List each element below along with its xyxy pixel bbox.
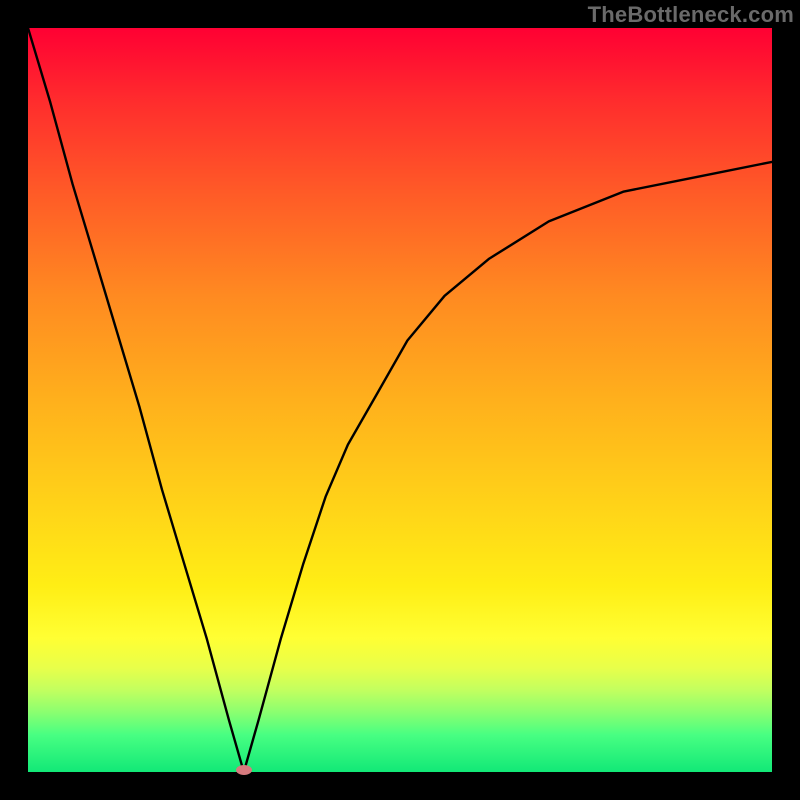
watermark-text: TheBottleneck.com <box>588 2 794 28</box>
curve-line <box>28 28 772 772</box>
minimum-marker-dot <box>236 765 252 775</box>
plot-area <box>28 28 772 772</box>
chart-frame: TheBottleneck.com <box>0 0 800 800</box>
